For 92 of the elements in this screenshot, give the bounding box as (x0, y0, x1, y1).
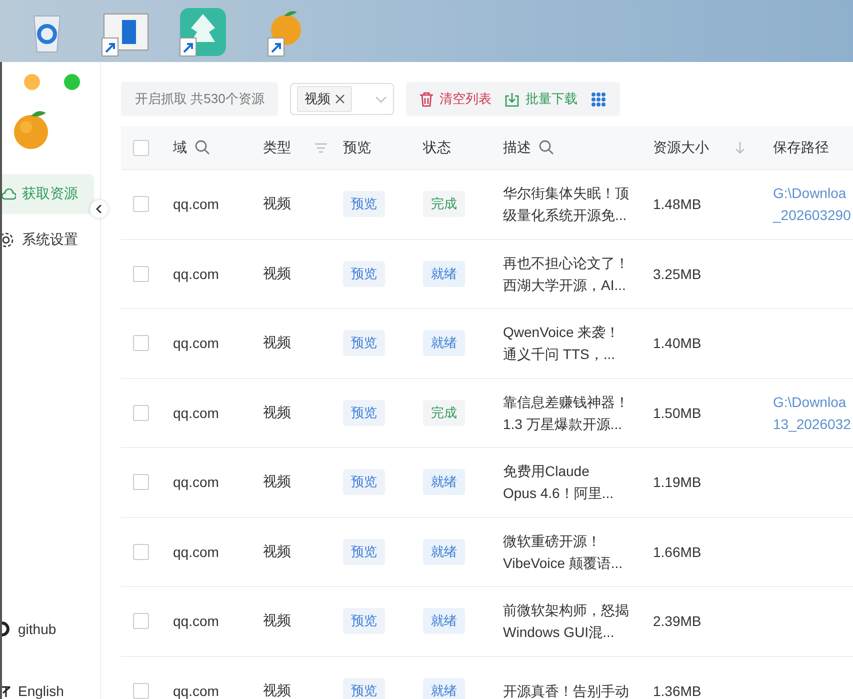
column-header: 资源大小 (653, 138, 709, 156)
row-checkbox[interactable] (133, 474, 149, 490)
row-checkbox[interactable] (133, 613, 149, 630)
preview-button[interactable]: 预览 (343, 330, 385, 356)
domain-cell: qq.com (173, 404, 219, 421)
column-header: 类型 (263, 138, 291, 156)
close-icon[interactable] (335, 94, 346, 104)
status-tag: 就绪 (423, 678, 465, 699)
size-cell: 1.50MB (653, 404, 702, 421)
row-checkbox[interactable] (133, 404, 149, 421)
preview-button[interactable]: 预览 (343, 191, 385, 218)
status-tag: 就绪 (423, 538, 465, 565)
app-icon[interactable] (178, 6, 228, 58)
chevron-down-icon (375, 96, 388, 102)
domain-cell: qq.com (173, 544, 219, 560)
collapse-button[interactable] (90, 200, 108, 218)
row-checkbox[interactable] (133, 335, 149, 352)
size-cell: 1.36MB (653, 682, 702, 699)
domain-cell: qq.com (173, 474, 219, 490)
search-icon[interactable] (195, 140, 210, 155)
row-checkbox[interactable] (133, 196, 149, 212)
batch-download-button[interactable]: 批量下载 (505, 90, 578, 108)
type-cell: 视频 (263, 195, 291, 214)
domain-cell: qq.com (173, 196, 219, 212)
size-cell: 1.66MB (653, 544, 702, 560)
description-cell-text: 免费用Claude Opus 4.6！阿里... (503, 462, 614, 504)
sidebar-link[interactable]: github (2, 609, 94, 649)
save-path-link[interactable]: G:\Downloa _202603290 (773, 182, 851, 226)
size-cell: 1.48MB (653, 196, 702, 212)
column-header: 描述 (503, 138, 531, 156)
description-cell-text: 开源真香！告别手动 (503, 682, 629, 699)
type-cell: 视频 (263, 682, 291, 699)
search-icon[interactable] (539, 140, 554, 155)
status-tag: 就绪 (423, 469, 465, 496)
status-tag: 完成 (423, 191, 465, 218)
capture-button[interactable]: 开启抓取 共530个资源 (121, 82, 278, 116)
domain-cell: qq.com (173, 266, 219, 282)
type-cell: 视频 (263, 404, 291, 422)
type-cell: 视频 (263, 264, 291, 283)
column-header: 预览 (343, 138, 371, 156)
preview-button[interactable]: 预览 (343, 400, 385, 426)
row-checkbox[interactable] (133, 682, 149, 699)
trash-icon (420, 92, 434, 106)
settings-icon (2, 232, 16, 248)
description-cell-text: 华尔街集体失眠！顶 级量化系统开源免... (503, 184, 629, 226)
cloud-icon (2, 187, 16, 201)
clear-list-button[interactable]: 清空列表 (420, 90, 492, 108)
preview-button[interactable]: 预览 (343, 538, 385, 565)
type-cell: 视频 (263, 473, 291, 492)
description-cell-text: 微软重磅开源！ VibeVoice 颠覆语... (503, 532, 623, 573)
sort-arrow-icon[interactable] (735, 142, 745, 154)
status-tag: 完成 (423, 400, 465, 426)
type-select[interactable]: 视频 (290, 83, 394, 115)
domain-cell: qq.com (173, 613, 219, 630)
size-cell: 1.40MB (653, 335, 702, 352)
domain-cell: qq.com (173, 335, 219, 352)
chevron-left-icon (96, 205, 102, 213)
column-header: 域 (173, 138, 187, 156)
status-tag: 就绪 (423, 260, 465, 287)
tag-label: 视频 (304, 90, 330, 108)
sidebar-link[interactable]: English (2, 671, 94, 699)
type-cell: 视频 (263, 542, 291, 561)
maximize-button[interactable] (64, 74, 80, 90)
save-path-link[interactable]: G:\Downloa 13_2026032 (773, 390, 851, 435)
app-logo (12, 108, 50, 150)
sidebar-item[interactable]: 获取资源 (2, 174, 94, 214)
type-cell: 视频 (263, 334, 291, 352)
preview-button[interactable]: 预览 (343, 608, 385, 634)
description-cell-text: 靠信息差赚钱神器！ 1.3 万星爆款开源... (503, 392, 629, 434)
preview-button[interactable]: 预览 (343, 260, 385, 287)
description-cell-text: QwenVoice 来袭！ 通义千问 TTS，... (503, 323, 620, 364)
column-header: 状态 (423, 138, 451, 156)
download-icon (505, 92, 520, 106)
select-all-checkbox[interactable] (133, 140, 149, 156)
description-cell-text: 再也不担心论文了！ 西湖大学开源，AI... (503, 254, 629, 295)
column-header: 保存路径 (773, 138, 829, 156)
preview-button[interactable]: 预览 (343, 469, 385, 496)
status-tag: 就绪 (423, 608, 465, 634)
sidebar-item[interactable]: 系统设置 (2, 220, 94, 260)
description-cell-text: 前微软架构师，怒揭 Windows GUI混... (503, 601, 629, 642)
row-checkbox[interactable] (133, 544, 149, 560)
grid-icon[interactable] (591, 92, 606, 106)
preview-button[interactable]: 预览 (343, 678, 385, 699)
size-cell: 3.25MB (653, 266, 702, 282)
status-tag: 就绪 (423, 330, 465, 356)
row-checkbox[interactable] (133, 266, 149, 282)
size-cell: 1.19MB (653, 474, 702, 490)
type-cell: 视频 (263, 612, 291, 630)
filter-icon[interactable] (315, 142, 327, 152)
size-cell: 2.39MB (653, 613, 702, 630)
domain-cell: qq.com (173, 682, 219, 699)
minimize-button[interactable] (24, 74, 40, 90)
